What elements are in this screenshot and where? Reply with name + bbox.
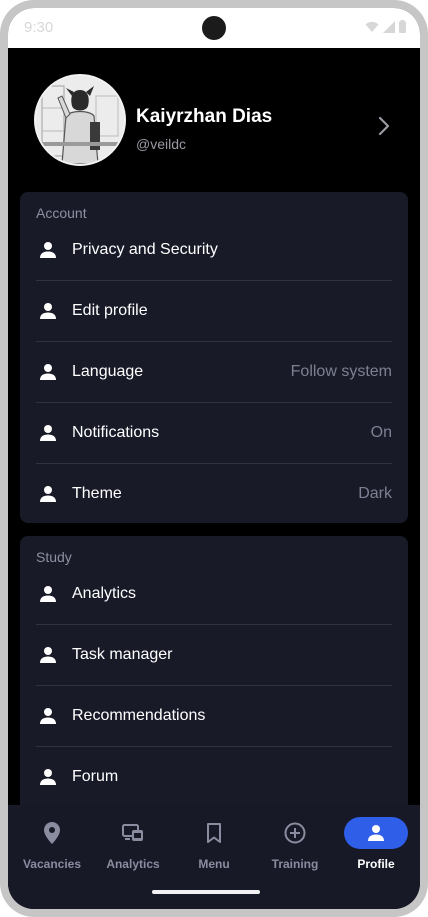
account-section: Account Privacy and Security Edit profil…: [20, 192, 408, 523]
screen: 9:30 Kaiyrzhan Dias @veildc Account Priv…: [8, 8, 420, 909]
user-name: Kaiyrzhan Dias: [136, 106, 273, 127]
nav-label: Profile: [357, 857, 395, 871]
person-icon: [38, 646, 58, 664]
nav-label: Menu: [198, 857, 230, 871]
person-icon: [38, 485, 58, 503]
row-forum[interactable]: Forum: [36, 746, 392, 807]
nav-vacancies[interactable]: Vacancies: [11, 817, 93, 877]
add-circle-icon: [284, 822, 306, 844]
person-icon: [38, 363, 58, 381]
cellular-icon: [383, 20, 395, 33]
row-task-manager[interactable]: Task manager: [36, 624, 392, 685]
nav-menu[interactable]: Menu: [173, 817, 255, 877]
study-section: Study Analytics Task manager Recommendat…: [20, 536, 408, 826]
status-time: 9:30: [24, 19, 54, 36]
bookmark-icon: [207, 823, 221, 843]
row-label: Privacy and Security: [72, 240, 218, 258]
person-icon: [38, 302, 58, 320]
profile-header[interactable]: Kaiyrzhan Dias @veildc: [8, 48, 420, 192]
nav-profile[interactable]: Profile: [335, 817, 417, 877]
device-frame: 9:30 Kaiyrzhan Dias @veildc Account Priv…: [0, 0, 428, 917]
person-icon: [38, 424, 58, 442]
person-icon: [38, 768, 58, 786]
row-label: Forum: [72, 767, 119, 785]
avatar-illustration: [36, 76, 124, 164]
row-notifications[interactable]: Notifications On: [36, 402, 392, 463]
active-indicator: [344, 817, 408, 849]
row-label: Analytics: [72, 584, 137, 602]
row-label: Language: [72, 362, 144, 380]
row-label: Theme: [72, 484, 122, 502]
row-label: Edit profile: [72, 301, 148, 319]
nav-analytics[interactable]: Analytics: [92, 817, 174, 877]
avatar[interactable]: [34, 74, 126, 166]
nav-label: Analytics: [106, 857, 160, 871]
row-edit-profile[interactable]: Edit profile: [36, 280, 392, 341]
nav-label: Vacancies: [22, 857, 82, 871]
row-privacy-security[interactable]: Privacy and Security: [36, 219, 392, 280]
chevron-right-icon[interactable]: [378, 116, 390, 136]
row-language[interactable]: Language Follow system: [36, 341, 392, 402]
nav-training[interactable]: Training: [254, 817, 336, 877]
camera-cutout: [202, 16, 226, 40]
row-analytics[interactable]: Analytics: [36, 563, 392, 624]
row-label: Recommendations: [72, 706, 206, 724]
battery-icon: [399, 20, 406, 33]
person-icon: [38, 707, 58, 725]
location-pin-icon: [44, 822, 60, 844]
person-icon: [38, 585, 58, 603]
row-theme[interactable]: Theme Dark: [36, 463, 392, 524]
status-icons: [365, 20, 406, 33]
person-icon: [38, 241, 58, 259]
row-label: Notifications: [72, 423, 160, 441]
row-value: Follow system: [290, 362, 392, 380]
row-value: On: [370, 423, 392, 441]
row-label: Task manager: [72, 645, 173, 663]
devices-icon: [122, 824, 143, 841]
nav-label: Training: [271, 857, 319, 871]
person-icon: [368, 825, 384, 841]
home-indicator[interactable]: [152, 890, 260, 894]
wifi-icon: [365, 21, 379, 32]
status-bar: 9:30: [8, 8, 420, 48]
row-value: Dark: [358, 484, 392, 502]
row-recommendations[interactable]: Recommendations: [36, 685, 392, 746]
user-handle: @veildc: [136, 136, 187, 152]
